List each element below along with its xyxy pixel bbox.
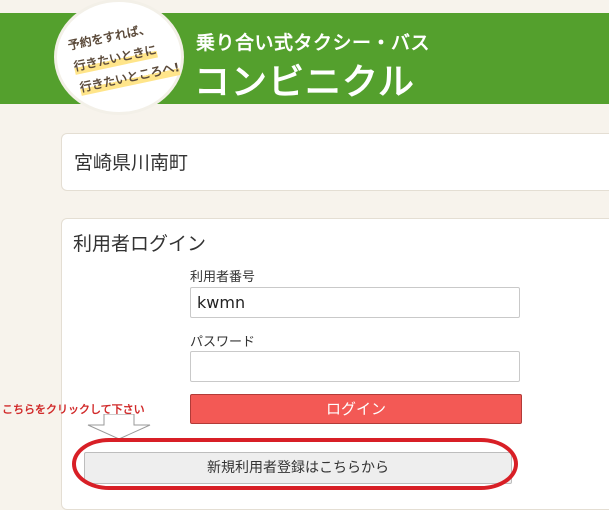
login-title: 利用者ログイン (73, 233, 207, 255)
town-card: 宮崎県川南町 (61, 133, 609, 191)
user-id-label: 利用者番号 (190, 270, 256, 285)
arrow-down-icon (87, 414, 151, 440)
password-label: パスワード (190, 335, 256, 350)
password-input[interactable] (190, 351, 520, 382)
brand-logo[interactable]: コンビニクル (194, 53, 415, 105)
highlight-oval (72, 438, 518, 490)
user-id-input[interactable] (190, 287, 520, 318)
site-header: 予約をすれば、 行きたいときに 行きたいところへ! 乗り合い式タクシー・バス コ… (0, 0, 609, 112)
town-name: 宮崎県川南町 (74, 152, 189, 174)
login-button[interactable]: ログイン (190, 394, 522, 424)
brand-subtitle: 乗り合い式タクシー・バス (196, 32, 431, 54)
